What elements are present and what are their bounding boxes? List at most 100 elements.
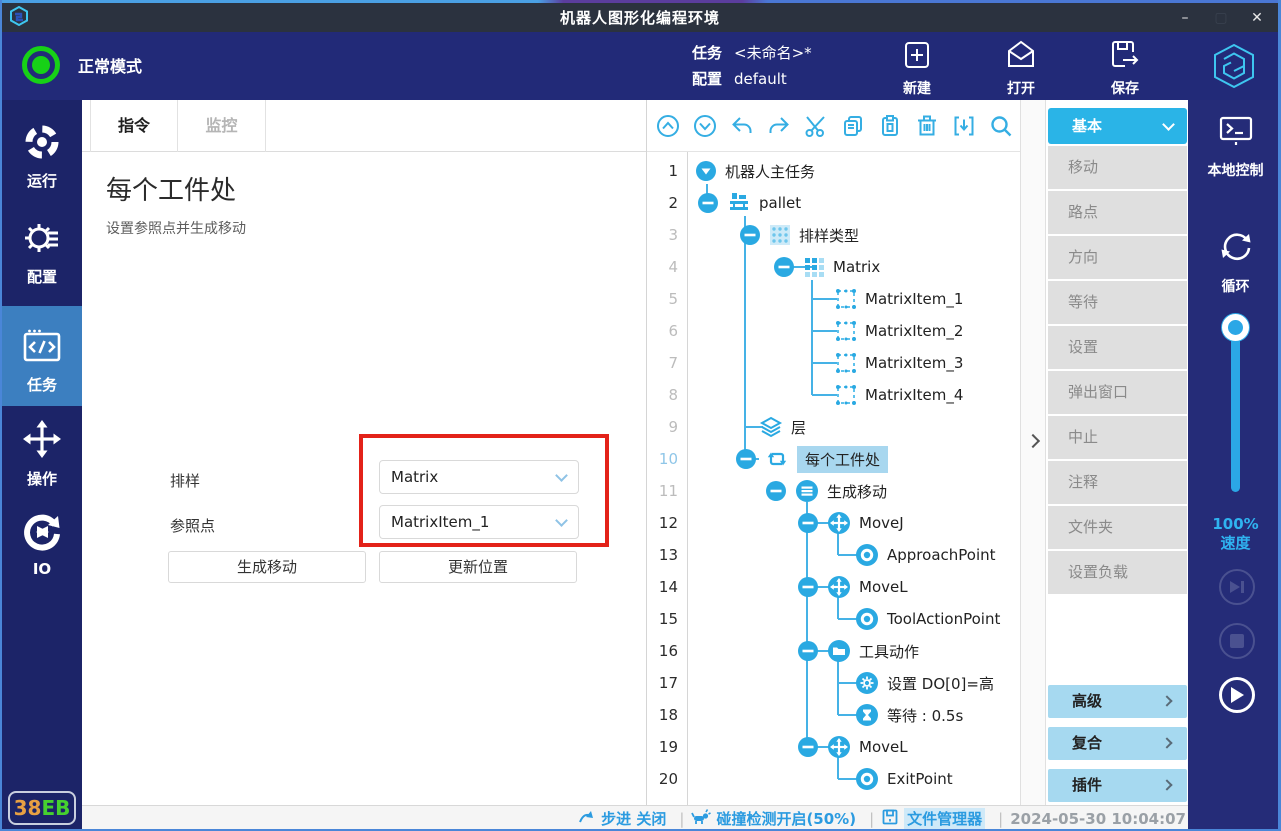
- paste-icon[interactable]: [877, 113, 903, 139]
- cut-icon[interactable]: [803, 113, 829, 139]
- loop-mode-button[interactable]: 循环: [1188, 226, 1281, 296]
- palette-item-wait[interactable]: 等待: [1048, 281, 1187, 324]
- tree-row[interactable]: 11 生成移动: [647, 475, 1020, 507]
- insert-icon[interactable]: [951, 113, 977, 139]
- file-manager-button[interactable]: 文件管理器: [881, 808, 985, 830]
- tree-row[interactable]: 12 MoveJ: [647, 507, 1020, 539]
- line-number: 10: [647, 450, 687, 468]
- tree-row[interactable]: 5 MatrixItem_1: [647, 283, 1020, 315]
- close-button[interactable]: ✕: [1242, 6, 1272, 30]
- palette-item-payload[interactable]: 设置负载: [1048, 551, 1187, 594]
- line-number: 18: [647, 706, 687, 724]
- tree-node-label: MatrixItem_4: [865, 386, 963, 404]
- save-task-button[interactable]: 保存: [1090, 38, 1160, 98]
- tree-toolbar: [647, 100, 1020, 152]
- step-forward-button[interactable]: [1219, 569, 1255, 605]
- tree-row[interactable]: 4 Matrix: [647, 251, 1020, 283]
- tree-row[interactable]: 8 MatrixItem_4: [647, 379, 1020, 411]
- undo-icon[interactable]: [729, 113, 755, 139]
- palette-item-abort[interactable]: 中止: [1048, 416, 1187, 459]
- tree-row[interactable]: 1 机器人主任务: [647, 155, 1020, 187]
- new-task-label: 新建: [882, 78, 952, 98]
- collapse-minus-icon[interactable]: [797, 640, 819, 662]
- sidebar-item-task[interactable]: 任务: [2, 306, 82, 406]
- collapse-minus-icon[interactable]: [797, 736, 819, 758]
- minimize-button[interactable]: –: [1170, 6, 1200, 30]
- maximize-button[interactable]: ▢: [1206, 6, 1236, 30]
- palette-item-waypoint[interactable]: 路点: [1048, 191, 1187, 234]
- collapse-minus-icon[interactable]: [773, 256, 795, 278]
- redo-icon[interactable]: [766, 113, 792, 139]
- palette-item-folder[interactable]: 文件夹: [1048, 506, 1187, 549]
- tree-row-selected[interactable]: 10 每个工件处: [647, 443, 1020, 475]
- sidebar-item-io[interactable]: IO: [2, 512, 82, 578]
- collapse-up-icon[interactable]: [655, 113, 681, 139]
- panel-collapse-handle[interactable]: [1020, 100, 1046, 805]
- collapse-minus-icon[interactable]: [697, 192, 719, 214]
- palette-group-composite[interactable]: 复合: [1048, 727, 1187, 760]
- update-position-button[interactable]: 更新位置: [379, 551, 577, 583]
- waypoint-icon: [855, 543, 879, 567]
- tree-row[interactable]: 15 ToolActionPoint: [647, 603, 1020, 635]
- palette-item-move[interactable]: 移动: [1048, 146, 1187, 189]
- step-mode-toggle[interactable]: 步进 关闭: [578, 808, 666, 830]
- tree-node-label: Matrix: [833, 258, 880, 276]
- pattern-select[interactable]: Matrix: [379, 460, 579, 494]
- collapse-minus-icon[interactable]: [739, 224, 761, 246]
- tree-row[interactable]: 7 MatrixItem_3: [647, 347, 1020, 379]
- pattern-select-value: Matrix: [391, 468, 438, 486]
- palette-group-label: 复合: [1072, 734, 1102, 752]
- header: 正常模式 任务<未命名>* 配置default 新建 打开 保存: [2, 32, 1278, 100]
- tab-instruction[interactable]: 指令: [90, 100, 178, 152]
- sidebar-item-run[interactable]: 运行: [2, 122, 82, 191]
- palette-group-advanced[interactable]: 高级: [1048, 685, 1187, 718]
- tree-row[interactable]: 6 MatrixItem_2: [647, 315, 1020, 347]
- collapse-down-icon[interactable]: [692, 113, 718, 139]
- palette-header-basic[interactable]: 基本: [1048, 108, 1187, 144]
- tree-node-label: MoveL: [859, 738, 908, 756]
- tree-row[interactable]: 9 层: [647, 411, 1020, 443]
- generate-move-button[interactable]: 生成移动: [168, 551, 366, 583]
- delete-icon[interactable]: [914, 113, 940, 139]
- collapse-minus-icon[interactable]: [735, 448, 757, 470]
- stop-button[interactable]: [1219, 623, 1255, 659]
- tree-row[interactable]: 19 MoveL: [647, 731, 1020, 763]
- palette-item-comment[interactable]: 注释: [1048, 461, 1187, 504]
- slider-thumb[interactable]: [1222, 314, 1249, 341]
- collapse-minus-icon[interactable]: [797, 576, 819, 598]
- collapse-minus-icon[interactable]: [765, 480, 787, 502]
- loop-mode-label: 循环: [1188, 276, 1281, 296]
- refpoint-select[interactable]: MatrixItem_1: [379, 505, 579, 539]
- tree-node-label: ExitPoint: [887, 770, 953, 788]
- tree-row[interactable]: 2 pallet: [647, 187, 1020, 219]
- sidebar-item-config[interactable]: 配置: [2, 218, 82, 287]
- app-window: 机器人图形化编程环境 – ▢ ✕ 正常模式 任务<未命名>* 配置default…: [0, 0, 1281, 831]
- tree-row[interactable]: 18 等待 : 0.5s: [647, 699, 1020, 731]
- palette-item-popup[interactable]: 弹出窗口: [1048, 371, 1187, 414]
- tree-row[interactable]: 13 ApproachPoint: [647, 539, 1020, 571]
- search-icon[interactable]: [988, 113, 1014, 139]
- palette-item-direction[interactable]: 方向: [1048, 236, 1187, 279]
- play-button[interactable]: [1219, 677, 1255, 713]
- collision-detection-toggle[interactable]: 碰撞检测开启(50%): [691, 808, 856, 830]
- tree-row[interactable]: 20 ExitPoint: [647, 763, 1020, 795]
- expander-down-icon[interactable]: [695, 160, 717, 182]
- speed-slider[interactable]: [1188, 312, 1281, 512]
- save-icon: [1108, 57, 1142, 76]
- sidebar-item-operate[interactable]: 操作: [2, 418, 82, 489]
- new-task-button[interactable]: 新建: [882, 38, 952, 98]
- tree-row[interactable]: 17 设置 DO[0]=高: [647, 667, 1020, 699]
- collapse-minus-icon[interactable]: [797, 512, 819, 534]
- copy-icon[interactable]: [840, 113, 866, 139]
- open-task-button[interactable]: 打开: [986, 38, 1056, 98]
- palette-item-set[interactable]: 设置: [1048, 326, 1187, 369]
- line-number: 5: [647, 290, 687, 308]
- slider-track[interactable]: [1231, 326, 1240, 492]
- tab-monitor[interactable]: 监控: [178, 100, 266, 152]
- tree-row[interactable]: 3 排样类型: [647, 219, 1020, 251]
- tree-row[interactable]: 14 MoveL: [647, 571, 1020, 603]
- tree-row[interactable]: 16 工具动作: [647, 635, 1020, 667]
- line-number: 15: [647, 610, 687, 628]
- local-control-button[interactable]: 本地控制: [1188, 114, 1281, 180]
- palette-group-plugin[interactable]: 插件: [1048, 769, 1187, 802]
